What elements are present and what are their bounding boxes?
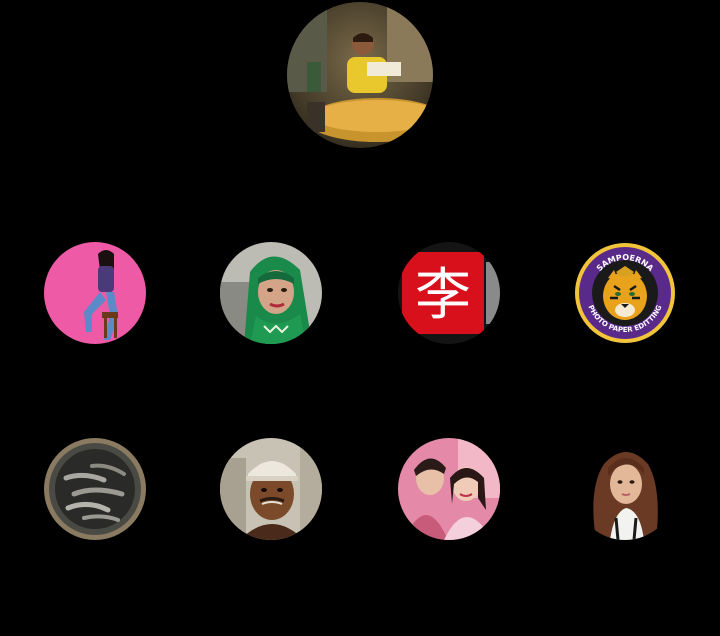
avatar-man-white-cap[interactable] xyxy=(220,438,322,540)
avatar-sampoerna-seal[interactable]: SAMPOERNA PHOTO PAPER EDITTING xyxy=(574,242,676,344)
avatar-woman-headscarf[interactable] xyxy=(220,242,322,344)
sampoerna-seal-logo: SAMPOERNA PHOTO PAPER EDITTING xyxy=(574,242,676,344)
avatar-woman-posing[interactable] xyxy=(44,242,146,344)
man-white-cap-photo-image xyxy=(220,438,322,540)
man-reading-photo-image xyxy=(287,2,433,148)
bucket-of-fish-photo-image xyxy=(44,438,146,540)
sign-glyph: 李 xyxy=(415,263,471,328)
featured-avatar-man-reading[interactable] xyxy=(287,2,433,148)
woman-headscarf-photo-image xyxy=(220,242,322,344)
red-sign-photo-image: 李 xyxy=(398,242,500,344)
avatar-bucket-of-fish[interactable] xyxy=(44,438,146,540)
avatar-couple-portrait[interactable] xyxy=(398,438,500,540)
couple-portrait-photo-image xyxy=(398,438,500,540)
avatar-red-sign[interactable]: 李 xyxy=(398,242,500,344)
woman-long-hair-photo-image xyxy=(574,438,676,540)
woman-posing-photo-image xyxy=(44,242,146,344)
avatar-woman-long-hair[interactable] xyxy=(574,438,676,540)
